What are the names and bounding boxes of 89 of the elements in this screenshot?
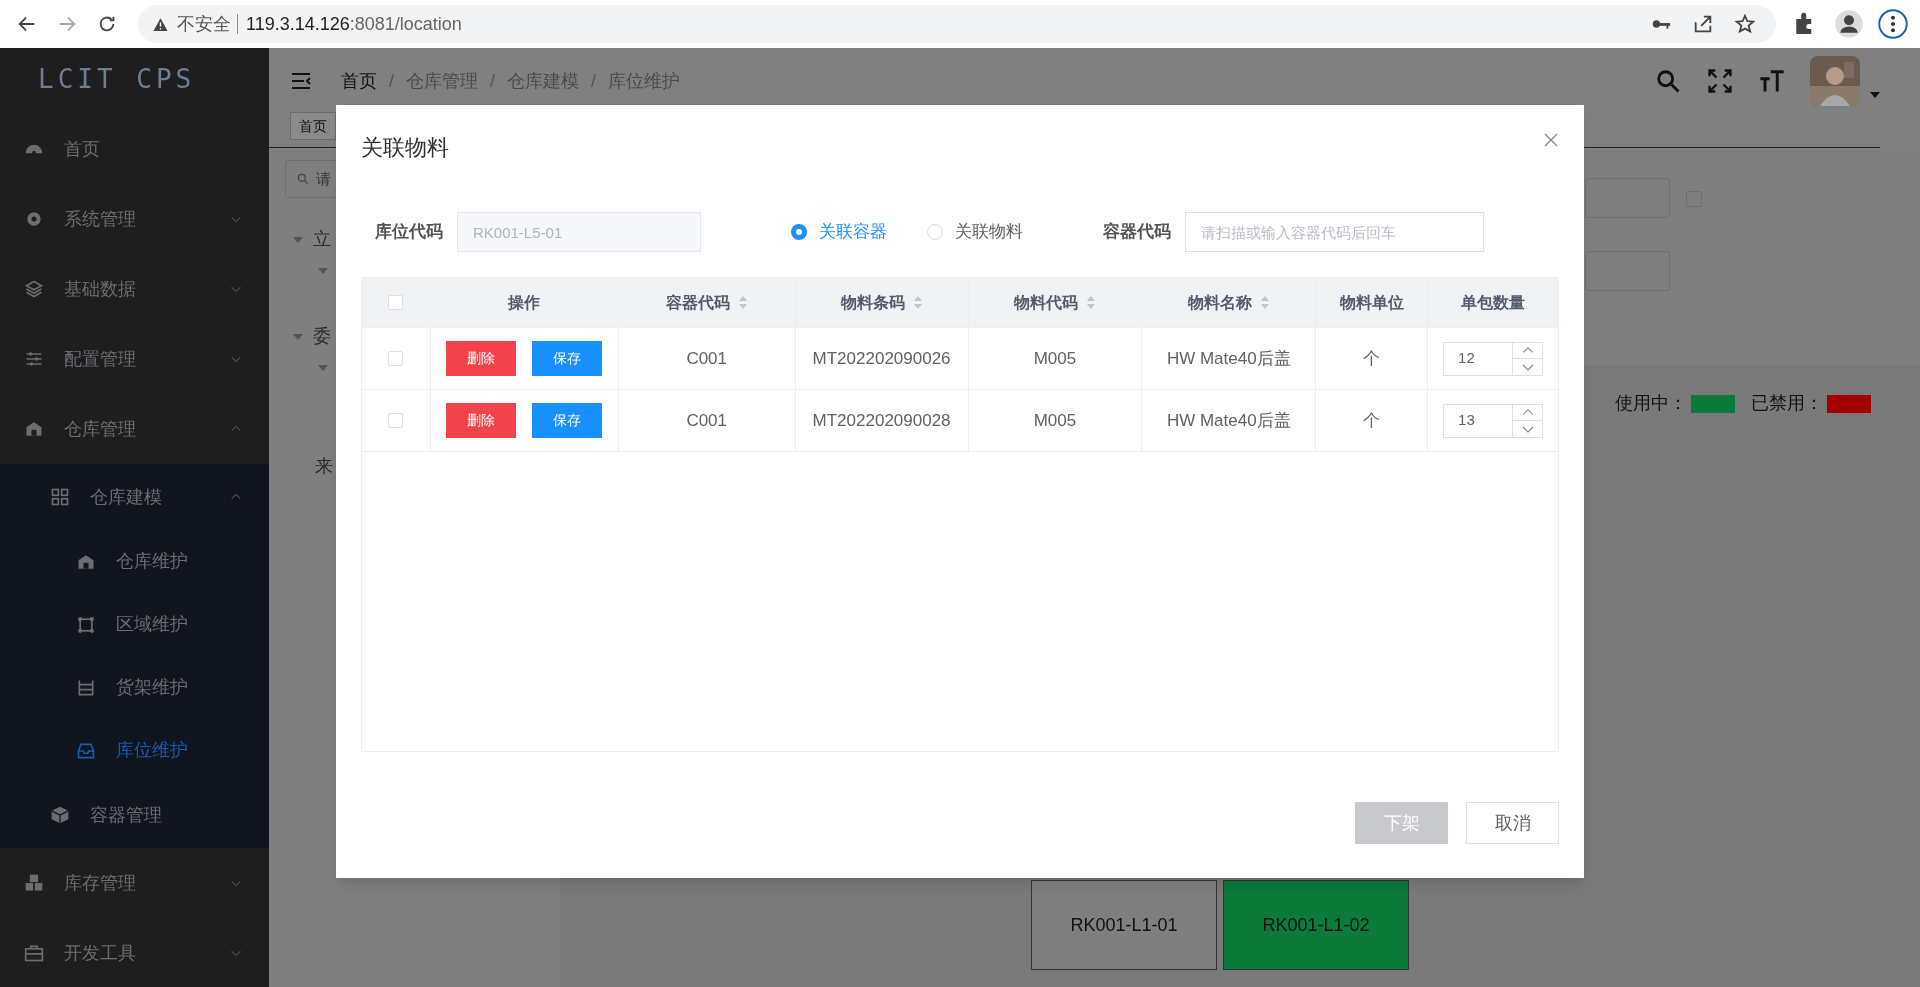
tree-node[interactable]: 委	[313, 323, 331, 350]
table-cell-text: M005	[1033, 347, 1077, 370]
legend-label: 使用中：	[1615, 392, 1687, 415]
sidebar-item[interactable]: 区域维护	[0, 593, 269, 656]
input-field[interactable]	[1585, 251, 1670, 291]
column-header[interactable]: 物料单位	[1339, 290, 1404, 315]
save-button[interactable]: 保存	[532, 403, 603, 438]
sidebar-item[interactable]: 首页	[0, 114, 269, 184]
column-header[interactable]: 操作	[508, 290, 541, 315]
field-label: 库位代码	[375, 221, 443, 244]
location-cell[interactable]: RK001-L1-02	[1223, 880, 1409, 970]
legend-label: 已禁用：	[1751, 392, 1823, 415]
frame-icon	[76, 614, 96, 635]
caret-icon	[318, 268, 328, 274]
caret-icon	[293, 333, 303, 340]
sort-icon[interactable]	[1259, 295, 1270, 310]
column-header[interactable]: 物料名称	[1187, 290, 1252, 315]
column-header[interactable]: 容器代码	[665, 290, 730, 315]
boxes-icon	[24, 873, 44, 893]
sidebar-item[interactable]: 库位维护	[0, 719, 269, 782]
caret-icon	[318, 365, 328, 371]
search-icon	[296, 172, 310, 186]
table-cell-text: MT202202090026	[812, 347, 951, 370]
page-tab[interactable]: 首页	[290, 112, 336, 140]
table-cell-text: M005	[1033, 409, 1077, 432]
delete-button[interactable]: 删除	[446, 341, 517, 376]
number-field[interactable]: 12	[1443, 341, 1544, 376]
cancel-button[interactable]: 取消	[1466, 802, 1559, 844]
sidebar-item[interactable]: 基础数据	[0, 254, 269, 324]
caret-icon	[293, 236, 303, 243]
radio-option[interactable]: 关联容器	[791, 219, 887, 245]
profile-icon[interactable]	[1834, 9, 1864, 39]
address-bar[interactable]: 不安全 119.3.14.126:8081/location	[138, 5, 1776, 43]
save-button[interactable]: 保存	[532, 341, 603, 376]
delete-button[interactable]: 删除	[446, 403, 517, 438]
column-header[interactable]: 物料代码	[1013, 290, 1078, 315]
tree-node[interactable]: 立	[313, 226, 331, 253]
table-cell-text: C001	[686, 347, 728, 370]
briefcase-icon	[24, 943, 44, 963]
share-icon[interactable]	[1692, 13, 1714, 35]
close-icon[interactable]	[1543, 132, 1559, 148]
sidebar-item[interactable]: 仓库维护	[0, 530, 269, 593]
table-cell-text: HW Mate40后盖	[1166, 347, 1291, 370]
breadcrumb-separator: /	[490, 69, 496, 93]
number-field[interactable]: 13	[1443, 403, 1544, 438]
menu-icon[interactable]	[1878, 9, 1908, 39]
sidebar-item[interactable]: 货架维护	[0, 656, 269, 719]
star-icon[interactable]	[1734, 13, 1756, 35]
table-cell-text: 个	[1363, 347, 1381, 370]
sidebar-item[interactable]: 系统管理	[0, 184, 269, 254]
sort-icon[interactable]	[737, 295, 748, 310]
radio-button[interactable]	[791, 224, 807, 240]
sidebar-item[interactable]: 库存管理	[0, 848, 269, 918]
sort-icon[interactable]	[912, 295, 923, 310]
text-size-icon[interactable]	[1758, 67, 1786, 95]
fullscreen-icon[interactable]	[1706, 67, 1734, 95]
location-cell[interactable]: RK001-L1-01	[1031, 880, 1217, 970]
table-cell-text: 个	[1363, 409, 1381, 432]
breadcrumb-item[interactable]: 首页	[341, 67, 377, 95]
caret-icon	[1870, 92, 1880, 98]
breadcrumb-separator: /	[591, 69, 597, 93]
sort-icon[interactable]	[1085, 295, 1096, 310]
table-cell-text: HW Mate40后盖	[1166, 409, 1291, 432]
settings-icon	[24, 209, 44, 229]
column-header[interactable]: 单包数量	[1461, 290, 1526, 315]
security-label: 不安全	[177, 12, 231, 36]
sidebar-item[interactable]: 开发工具	[0, 918, 269, 987]
layers-icon	[24, 279, 44, 299]
dialog-title: 关联物料	[361, 134, 449, 162]
column-header[interactable]: 物料条码	[840, 290, 905, 315]
warning-icon	[152, 15, 169, 33]
sidebar-item[interactable]: 仓库建模	[0, 464, 269, 530]
search-icon[interactable]	[1654, 67, 1682, 95]
sliders-icon	[24, 349, 44, 369]
breadcrumb-separator: /	[389, 69, 394, 93]
grid-icon	[50, 487, 70, 507]
tree-node[interactable]: 来	[315, 453, 333, 480]
sidebar-item[interactable]: 容器管理	[0, 782, 269, 848]
input-field[interactable]	[1585, 178, 1670, 218]
cube-icon	[50, 805, 70, 825]
url-host: 119.3.14.126	[246, 12, 350, 36]
table-cell-text: MT202202090028	[812, 409, 951, 432]
url-path: :8081/location	[349, 12, 462, 36]
sidebar-item[interactable]: 配置管理	[0, 324, 269, 394]
radio-option[interactable]: 关联物料	[927, 219, 1023, 245]
table-cell-text: C001	[686, 409, 728, 432]
sidebar-item[interactable]: 仓库管理	[0, 394, 269, 464]
app-logo: LCIT CPS	[37, 63, 197, 96]
field-label: 容器代码	[1103, 221, 1171, 244]
